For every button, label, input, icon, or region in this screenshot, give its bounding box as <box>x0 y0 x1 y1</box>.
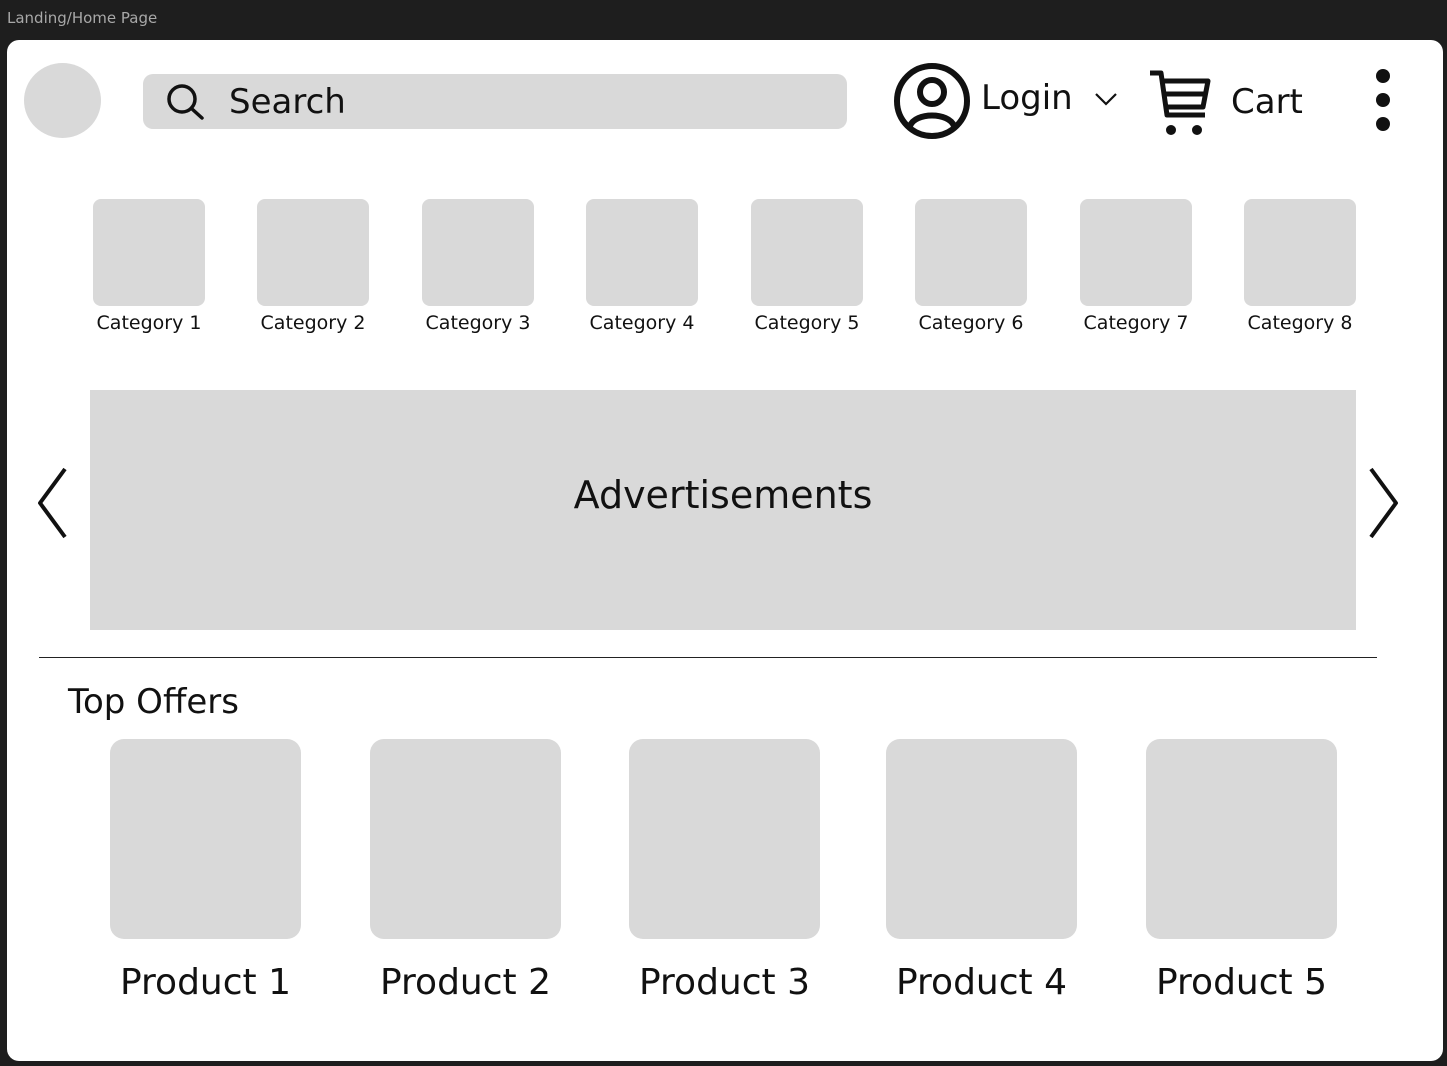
product-card[interactable]: Product 5 <box>1146 739 1337 1003</box>
product-card[interactable]: Product 1 <box>110 739 301 1003</box>
category-item[interactable]: Category 5 <box>737 199 877 334</box>
top-offers-title: Top Offers <box>68 682 239 722</box>
category-label: Category 8 <box>1247 312 1353 334</box>
advertisement-label: Advertisements <box>573 473 873 517</box>
category-item[interactable]: Category 1 <box>79 199 219 334</box>
category-item[interactable]: Category 2 <box>243 199 383 334</box>
product-thumbnail <box>629 739 820 939</box>
user-circle-icon <box>894 63 970 139</box>
category-thumbnail <box>751 199 863 306</box>
login-label: Login <box>981 78 1073 118</box>
frame-title: Landing/Home Page <box>7 9 158 27</box>
category-label: Category 3 <box>425 312 531 334</box>
category-item[interactable]: Category 6 <box>901 199 1041 334</box>
product-card[interactable]: Product 4 <box>886 739 1077 1003</box>
search-bar[interactable]: Search <box>143 74 847 129</box>
section-divider <box>39 657 1377 658</box>
product-card[interactable]: Product 3 <box>629 739 820 1003</box>
cart-icon <box>1150 70 1211 135</box>
carousel-next-icon[interactable] <box>1365 466 1401 540</box>
landing-page: Search Login Cart Category 1 Category 2 … <box>7 40 1443 1061</box>
category-item[interactable]: Category 7 <box>1066 199 1206 334</box>
category-label: Category 6 <box>918 312 1024 334</box>
product-label: Product 5 <box>1155 962 1328 1003</box>
product-label: Product 1 <box>119 962 292 1003</box>
search-icon <box>167 84 204 120</box>
carousel-prev-icon[interactable] <box>35 466 71 540</box>
more-vertical-icon[interactable] <box>1367 67 1399 133</box>
advertisement-banner[interactable]: Advertisements <box>90 390 1356 630</box>
category-thumbnail <box>422 199 534 306</box>
category-thumbnail <box>915 199 1027 306</box>
product-card[interactable]: Product 2 <box>370 739 561 1003</box>
category-item[interactable]: Category 4 <box>572 199 712 334</box>
category-item[interactable]: Category 3 <box>408 199 548 334</box>
category-thumbnail <box>1244 199 1356 306</box>
product-label: Product 3 <box>638 962 811 1003</box>
product-thumbnail <box>1146 739 1337 939</box>
chevron-down-icon <box>1095 93 1117 106</box>
category-label: Category 1 <box>96 312 202 334</box>
logo-placeholder[interactable] <box>24 63 101 138</box>
category-label: Category 4 <box>589 312 695 334</box>
product-label: Product 4 <box>895 962 1068 1003</box>
category-label: Category 5 <box>754 312 860 334</box>
category-label: Category 2 <box>260 312 366 334</box>
cart-label: Cart <box>1231 82 1303 122</box>
category-thumbnail <box>586 199 698 306</box>
product-label: Product 2 <box>379 962 552 1003</box>
product-thumbnail <box>370 739 561 939</box>
category-label: Category 7 <box>1083 312 1189 334</box>
category-thumbnail <box>257 199 369 306</box>
category-thumbnail <box>93 199 205 306</box>
search-placeholder: Search <box>229 82 346 122</box>
product-thumbnail <box>110 739 301 939</box>
product-thumbnail <box>886 739 1077 939</box>
category-item[interactable]: Category 8 <box>1230 199 1370 334</box>
category-thumbnail <box>1080 199 1192 306</box>
